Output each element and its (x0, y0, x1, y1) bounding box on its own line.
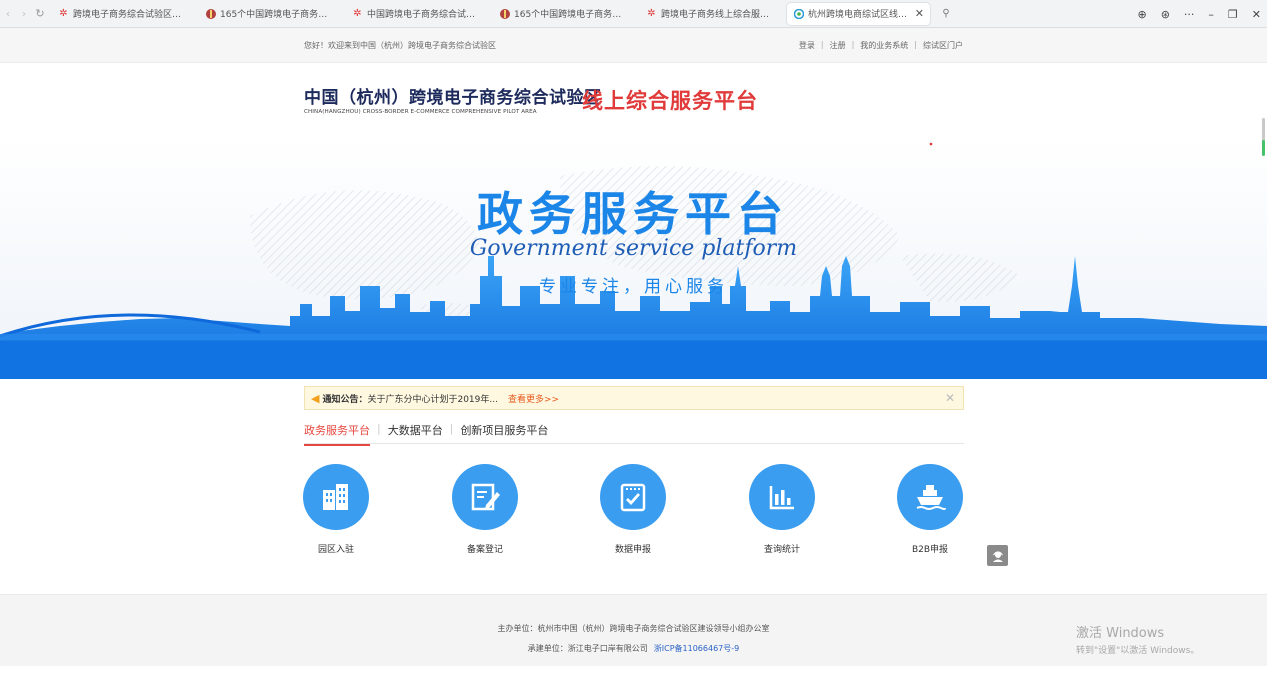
platform-title: 线上综合服务平台 (582, 88, 758, 113)
tab-big-data[interactable]: 大数据平台 (388, 422, 443, 444)
service-icon-circle[interactable] (452, 464, 518, 530)
welcome-text: 您好！欢迎来到中国（杭州）跨境电子商务综合试验区 (304, 41, 496, 50)
close-window-icon[interactable]: ✕ (1252, 8, 1261, 21)
icp-link[interactable]: 浙ICP备11066467号-9 (654, 644, 739, 653)
service-park-entry[interactable]: 园区入驻 (296, 464, 376, 555)
more-icon[interactable]: ··· (1184, 8, 1195, 21)
edit-document-icon (471, 483, 500, 511)
service-label[interactable]: 备案登记 (445, 542, 525, 555)
service-label[interactable]: 园区入驻 (296, 542, 376, 555)
browser-tab-title: 165个中国跨境电子商务综合试验 (220, 10, 336, 20)
service-label[interactable]: B2B申报 (890, 542, 970, 555)
banner-title: 政务服务平台 (477, 187, 789, 241)
customer-service-button[interactable] (987, 545, 1008, 566)
scrollbar-indicator (1262, 140, 1265, 156)
site-icon (205, 8, 216, 19)
builder-label: 承建单位： (527, 644, 568, 653)
browser-tab[interactable]: 165个中国跨境电子商务综合试验 (493, 3, 636, 25)
notice-bar: ◀︎ 通知公告： 关于广东分中心计划于2019年... 查看更多>> ✕ (304, 386, 964, 410)
buildings-icon (323, 484, 348, 510)
service-filing-registration[interactable]: 备案登记 (445, 464, 525, 555)
browser-tab-title: 165个中国跨境电子商务综合试验 (514, 10, 630, 20)
register-link[interactable]: 注册 (830, 40, 846, 51)
organizer-label: 主办单位： (497, 624, 538, 633)
organizer-name: 杭州市中国（杭州）跨境电子商务综合试验区建设领导小组办公室 (537, 624, 770, 633)
browser-tab[interactable]: 165个中国跨境电子商务综合试验 (199, 3, 342, 25)
window-controls: ⊕ ⊛ ··· – ❐ ✕ (1137, 0, 1261, 28)
refresh-icon[interactable]: ↻ (32, 0, 48, 28)
divider: | (449, 422, 454, 435)
portal-link[interactable]: 综试区门户 (923, 40, 963, 51)
service-label[interactable]: 查询统计 (742, 542, 822, 555)
service-icon-circle[interactable] (749, 464, 815, 530)
close-icon[interactable]: ✕ (945, 391, 955, 405)
tab-innovation-projects[interactable]: 创新项目服务平台 (460, 422, 548, 444)
banner-subtitle-en: Government service platform (469, 236, 798, 261)
my-business-link[interactable]: 我的业务系统 (860, 40, 908, 51)
download-icon[interactable]: ⊕ (1137, 8, 1146, 21)
browser-tab-strip: ‹ › ↻ ✲ 跨境电子商务综合试验区城市 - 搜 165个中国跨境电子商务综合… (0, 0, 1267, 28)
red-star-icon: ✲ (59, 8, 68, 19)
watermark-line2: 转到"设置"以激活 Windows。 (1076, 646, 1200, 656)
notice-label: 通知公告： (322, 394, 368, 405)
divider: | (914, 40, 917, 49)
service-icon-circle[interactable] (303, 464, 369, 530)
watermark-line1: 激活 Windows (1076, 626, 1165, 641)
divider: | (377, 422, 381, 435)
browser-tab[interactable]: ✲ 跨境电子商务线上综合服务平台 - (640, 3, 783, 25)
checklist-icon (620, 483, 646, 512)
service-icon-circle[interactable] (600, 464, 666, 530)
builder-name: 浙江电子口岸有限公司 (567, 644, 648, 653)
red-star-icon: ✲ (353, 8, 362, 19)
windows-activation-watermark: 激活 Windows 转到"设置"以激活 Windows。 (1076, 622, 1199, 656)
service-b2b-declaration[interactable]: B2B申报 (890, 464, 970, 555)
headset-icon (992, 550, 1003, 562)
tab-government-service[interactable]: 政务服务平台 (304, 422, 370, 446)
minimize-icon[interactable]: – (1208, 8, 1214, 21)
browser-tab-active[interactable]: 杭州跨境电商综试区线上综合 ✕ (787, 2, 930, 25)
browser-tab[interactable]: ✲ 中国跨境电子商务综合试验区 - 搜 (346, 3, 489, 25)
restore-icon[interactable]: ❐ (1228, 8, 1238, 21)
notice-text[interactable]: 关于广东分中心计划于2019年... (367, 392, 498, 405)
service-label[interactable]: 数据申报 (593, 542, 673, 555)
globe-icon[interactable]: ⊛ (1161, 8, 1170, 21)
notice-more-link[interactable]: 查看更多>> (508, 392, 559, 405)
banner-subtitle-cn: 专业专注，用心服务 (539, 277, 728, 297)
ship-icon (916, 485, 946, 510)
site-icon (499, 8, 510, 19)
site-title-en: CHINA(HANGZHOU) CROSS-BORDER E-COMMERCE … (304, 109, 537, 115)
browser-tab-title: 跨境电子商务综合试验区城市 - 搜 (73, 10, 189, 20)
site-header: 中国（杭州）跨境电子商务综合试验区 CHINA(HANGZHOU) CROSS-… (0, 63, 1267, 135)
divider: | (820, 40, 824, 49)
topbar-links: 登录 | 注册 | 我的业务系统 | 综试区门户 (799, 40, 963, 51)
service-data-declaration[interactable]: 数据申报 (593, 464, 673, 555)
service-query-statistics[interactable]: 查询统计 (742, 464, 822, 555)
divider: | (851, 40, 855, 49)
login-link[interactable]: 登录 (799, 40, 815, 51)
forward-icon[interactable]: › (16, 0, 32, 28)
browser-tab[interactable]: ✲ 跨境电子商务综合试验区城市 - 搜 (52, 3, 195, 25)
browser-tab-title: 跨境电子商务线上综合服务平台 - (661, 10, 777, 20)
back-icon[interactable]: ‹ (0, 0, 16, 28)
close-tab-icon[interactable]: ✕ (915, 7, 924, 20)
platform-tabs: 政务服务平台 | 大数据平台 | 创新项目服务平台 (304, 422, 964, 446)
browser-tab-title: 中国跨境电子商务综合试验区 - 搜 (367, 10, 483, 20)
browser-tab-title: 杭州跨境电商综试区线上综合 (808, 10, 909, 20)
bar-chart-icon (769, 486, 794, 510)
service-icon-circle[interactable] (897, 464, 963, 530)
tab-search-icon[interactable]: ⚲ (936, 8, 956, 19)
speaker-icon: ◀︎ (311, 391, 320, 405)
site-icon (793, 8, 804, 19)
site-topbar: 您好！欢迎来到中国（杭州）跨境电子商务综合试验区 登录 | 注册 | 我的业务系… (0, 28, 1267, 63)
site-title[interactable]: 中国（杭州）跨境电子商务综合试验区 (304, 83, 602, 108)
red-star-icon: ✲ (647, 8, 656, 19)
